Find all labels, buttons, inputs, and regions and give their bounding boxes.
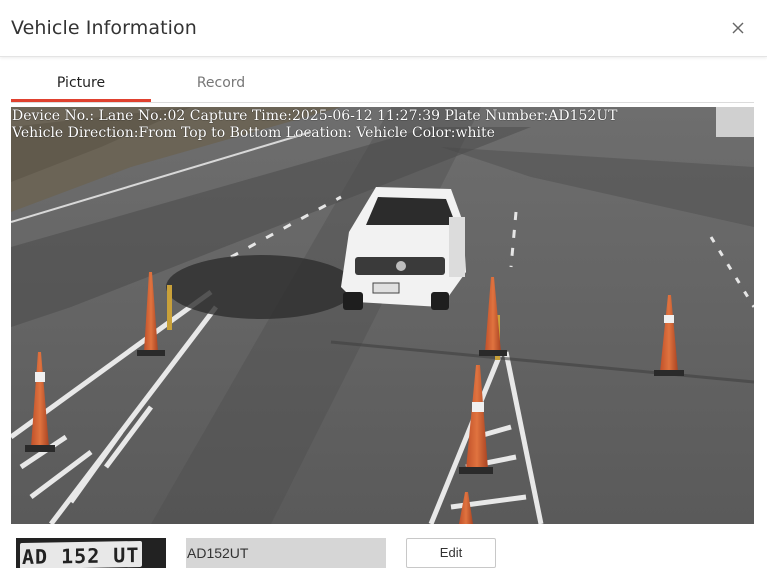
osd-line-2: Vehicle Direction:From Top to Bottom Loc… — [12, 125, 495, 141]
edit-button[interactable]: Edit — [406, 538, 496, 568]
dialog-header: Vehicle Information — [0, 0, 767, 57]
capture-overlay: Device No.: Lane No.:02 Capture Time:202… — [12, 108, 617, 142]
close-icon[interactable] — [728, 18, 748, 38]
road-scene — [11, 107, 754, 524]
tab-picture[interactable]: Picture — [11, 66, 151, 102]
dialog-title: Vehicle Information — [11, 17, 197, 39]
osd-line-1: Device No.: Lane No.:02 Capture Time:202… — [12, 108, 618, 124]
tab-record[interactable]: Record — [151, 66, 291, 100]
tab-bar: Picture Record — [11, 66, 754, 103]
plate-number-field[interactable]: AD152UT — [186, 538, 386, 568]
plate-number-value: AD152UT — [187, 545, 249, 561]
plate-thumbnail: AD 152 UT — [16, 538, 166, 568]
capture-image: Device No.: Lane No.:02 Capture Time:202… — [11, 107, 754, 524]
plate-thumbnail-text: AD 152 UT — [20, 540, 142, 568]
